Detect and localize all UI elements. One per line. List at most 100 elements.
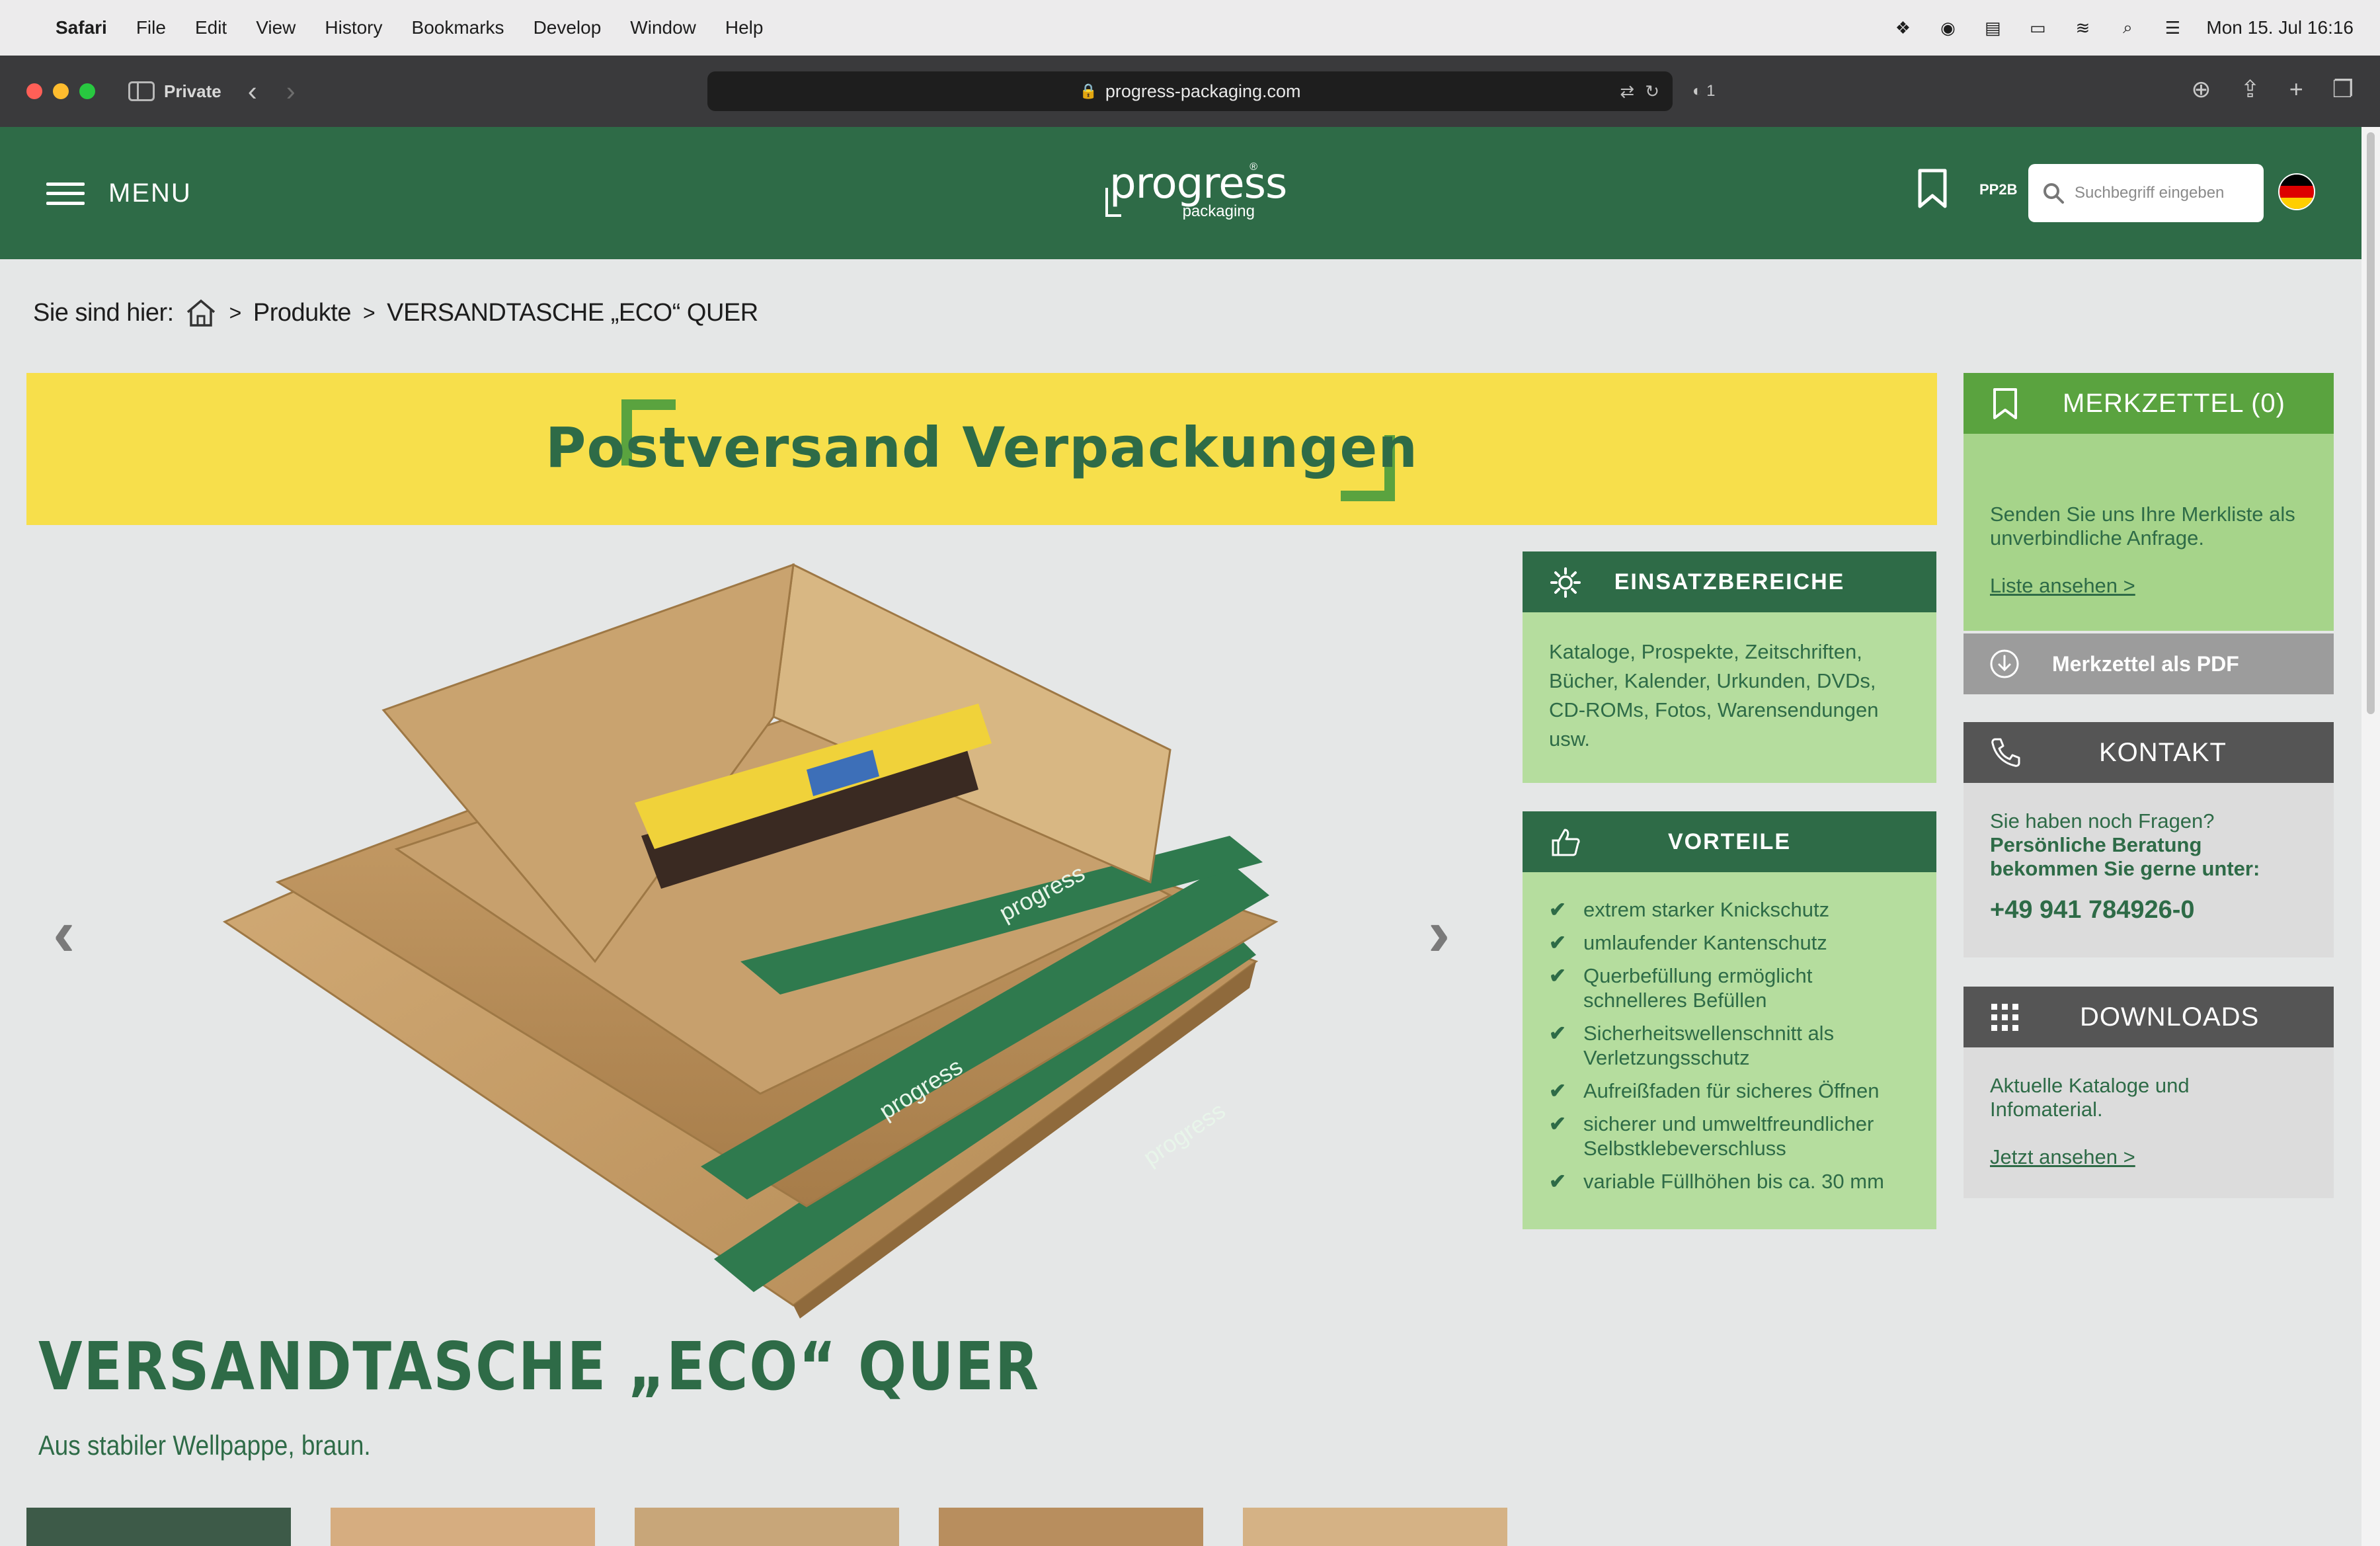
- product-image: progress progress progress: [222, 563, 1279, 1319]
- address-bar[interactable]: 🔒 progress-packaging.com ⇄ ↻: [707, 71, 1673, 111]
- breadcrumb-prefix: Sie sind hier:: [33, 298, 174, 327]
- window-controls: [26, 83, 95, 99]
- sidebar-toggle-icon[interactable]: [128, 81, 155, 101]
- forward-arrow-icon[interactable]: ›: [286, 75, 296, 107]
- share-icon[interactable]: ⇪: [2241, 75, 2260, 103]
- merkzettel-title: MERKZETTEL (0): [2063, 388, 2285, 418]
- breadcrumb-produkte-link[interactable]: Produkte: [253, 299, 352, 327]
- menu-app-safari[interactable]: Safari: [56, 17, 107, 38]
- product-thumbnail[interactable]: [26, 1508, 291, 1546]
- grid-icon: [1991, 1004, 2018, 1031]
- list-item: ✔ extrem starker Knickschutz: [1549, 898, 1830, 921]
- search-box: [2028, 164, 2264, 222]
- minimize-window-button[interactable]: [53, 83, 69, 99]
- control-center-icon[interactable]: ☰: [2161, 18, 2184, 38]
- breadcrumb-separator: >: [229, 300, 242, 325]
- translate-icon[interactable]: ⇄: [1620, 81, 1634, 102]
- tracker-count: 1: [1706, 82, 1716, 100]
- user-circle-icon[interactable]: ◉: [1936, 18, 1959, 38]
- site-header: MENU progress packaging ® PP2B: [0, 127, 2361, 259]
- lock-icon: 🔒: [1079, 83, 1097, 99]
- wifi-icon[interactable]: ≋: [2071, 18, 2094, 38]
- product-image-slider: progress progress progress ‹ ›: [26, 551, 1488, 1325]
- spotlight-search-icon[interactable]: ⌕: [2116, 17, 2139, 37]
- product-thumbnail[interactable]: [1243, 1508, 1507, 1546]
- checkmark-icon: ✔: [1549, 964, 1566, 987]
- merkzettel-text: Senden Sie uns Ihre Merkliste als unverb…: [1990, 503, 2295, 549]
- einsatzbereiche-box: EINSATZBEREICHE Kataloge, Prospekte, Zei…: [1523, 551, 1936, 783]
- list-item: ✔ Aufreißfaden für sicheres Öffnen: [1549, 1079, 1880, 1102]
- jetzt-ansehen-link[interactable]: Jetzt ansehen >: [1990, 1145, 2135, 1169]
- downloads-header: DOWNLOADS: [1964, 987, 2334, 1047]
- menu-button[interactable]: MENU: [46, 179, 192, 208]
- zoom-window-button[interactable]: [79, 83, 95, 99]
- privacy-report-shield-icon[interactable]: ◐ 1: [1692, 82, 1716, 101]
- product-thumbnail[interactable]: [635, 1508, 899, 1546]
- dropbox-icon[interactable]: ❖: [1891, 18, 1914, 38]
- breadcrumb-separator: >: [362, 300, 376, 325]
- new-tab-icon[interactable]: +: [2289, 75, 2303, 103]
- safari-toolbar: Private ‹ › 🔒 progress-packaging.com ⇄ ↻…: [0, 56, 2380, 127]
- slider-prev-arrow-icon[interactable]: ‹: [53, 895, 75, 971]
- private-mode-label[interactable]: Private: [164, 81, 221, 102]
- product-thumbnail[interactable]: [939, 1508, 1203, 1546]
- list-item: ✔ umlaufender Kantenschutz: [1549, 931, 1827, 954]
- close-window-button[interactable]: [26, 83, 42, 99]
- menu-help[interactable]: Help: [725, 17, 764, 38]
- scrollbar-thumb[interactable]: [2367, 132, 2375, 714]
- merkzettel-pdf-label: Merkzettel als PDF: [2052, 651, 2239, 676]
- menu-window[interactable]: Window: [630, 17, 696, 38]
- phone-icon: [1991, 738, 2020, 767]
- menu-develop[interactable]: Develop: [534, 17, 602, 38]
- german-flag-language-icon[interactable]: [2278, 173, 2315, 210]
- menu-edit[interactable]: Edit: [195, 17, 227, 38]
- merkzettel-card: MERKZETTEL (0) Senden Sie uns Ihre Merkl…: [1964, 373, 2334, 631]
- slider-next-arrow-icon[interactable]: ›: [1428, 895, 1450, 971]
- downloads-card: DOWNLOADS Aktuelle Kataloge und Infomate…: [1964, 987, 2334, 1198]
- bookmark-icon: [1993, 388, 2017, 419]
- einsatzbereiche-header: EINSATZBEREICHE: [1523, 551, 1936, 612]
- hamburger-icon: [46, 182, 85, 205]
- tab-overview-icon[interactable]: ❐: [2332, 75, 2354, 103]
- einsatzbereiche-title: EINSATZBEREICHE: [1614, 569, 1845, 594]
- url-text: progress-packaging.com: [1105, 81, 1301, 101]
- pp2b-link[interactable]: PP2B: [1979, 181, 2017, 198]
- liste-ansehen-link[interactable]: Liste ansehen >: [1990, 574, 2135, 598]
- checkmark-icon: ✔: [1549, 1022, 1566, 1045]
- battery-icon[interactable]: ▭: [2026, 18, 2049, 38]
- checkmark-icon: ✔: [1549, 1170, 1566, 1193]
- checkmark-icon: ✔: [1549, 1112, 1566, 1135]
- stripe-brand-text: progress: [1138, 1096, 1230, 1170]
- menu-label: MENU: [108, 179, 192, 208]
- product-thumbnail-strip: [26, 1508, 1507, 1546]
- breadcrumb-current: VERSANDTASCHE „ECO“ QUER: [387, 298, 758, 327]
- menu-bar-clock[interactable]: Mon 15. Jul 16:16: [2206, 17, 2354, 38]
- downloads-text: Aktuelle Kataloge und Infomaterial.: [1990, 1074, 2190, 1121]
- kontakt-phone-link[interactable]: +49 941 784926-0: [1990, 897, 2307, 922]
- thumbs-up-icon: [1552, 829, 1580, 856]
- menu-bookmarks[interactable]: Bookmarks: [412, 17, 504, 38]
- menu-view[interactable]: View: [256, 17, 296, 38]
- downloads-title: DOWNLOADS: [2080, 1002, 2260, 1032]
- reload-icon[interactable]: ↻: [1645, 81, 1659, 102]
- merkzettel-pdf-button[interactable]: Merkzettel als PDF: [1964, 633, 2334, 694]
- menu-file[interactable]: File: [136, 17, 166, 38]
- kontakt-title: KONTAKT: [2099, 737, 2227, 767]
- page-scrollbar[interactable]: [2361, 127, 2380, 1546]
- search-input[interactable]: [2075, 184, 2246, 202]
- product-thumbnail[interactable]: [331, 1508, 595, 1546]
- home-icon[interactable]: [184, 298, 218, 328]
- kontakt-header: KONTAKT: [1964, 722, 2334, 783]
- search-icon[interactable]: [2042, 181, 2065, 205]
- progress-packaging-logo[interactable]: progress packaging ®: [1105, 161, 1287, 226]
- checkmark-icon: ✔: [1549, 898, 1566, 921]
- checkmark-icon: ✔: [1549, 931, 1566, 954]
- back-arrow-icon[interactable]: ‹: [248, 75, 257, 107]
- bookmark-icon[interactable]: [1917, 168, 1948, 209]
- vorteile-box: VORTEILE ✔ extrem starker Knickschutz ✔ um…: [1523, 811, 1936, 1229]
- display-icon[interactable]: ▤: [1981, 18, 2004, 38]
- menu-history[interactable]: History: [325, 17, 382, 38]
- product-subtitle: Aus stabiler Wellpappe, braun.: [38, 1430, 371, 1461]
- downloads-icon[interactable]: ⊕: [2191, 75, 2211, 103]
- gear-icon: [1550, 567, 1581, 598]
